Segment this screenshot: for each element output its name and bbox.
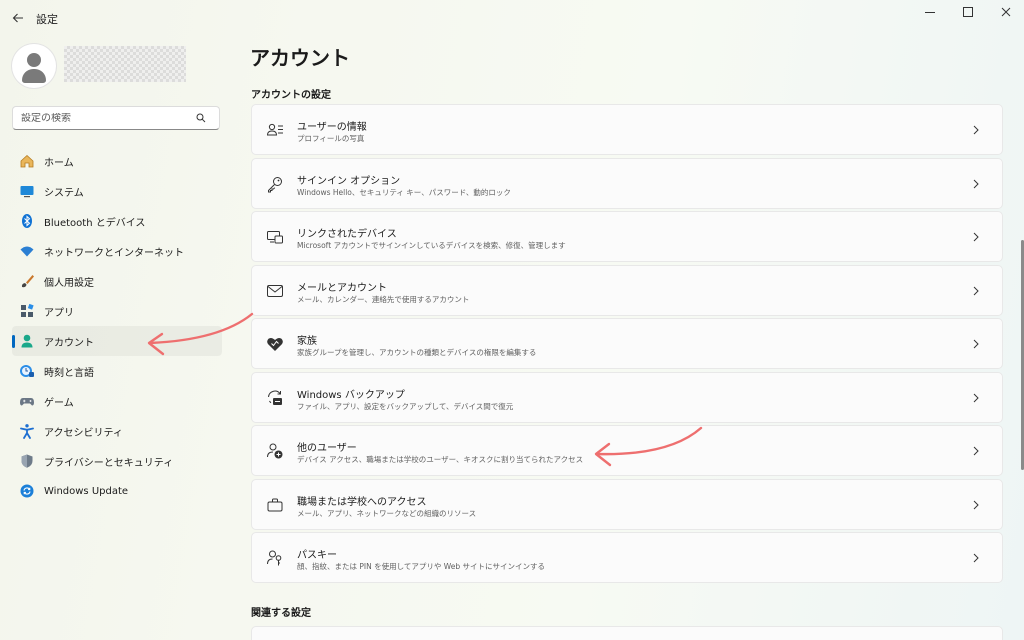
sidebar-item-windows-update[interactable]: Windows Update — [12, 476, 222, 506]
sidebar-item-time-language[interactable]: 時刻と言語 — [12, 356, 222, 386]
avatar — [12, 44, 56, 88]
search-icon[interactable] — [191, 113, 211, 123]
system-icon — [13, 183, 41, 199]
sidebar-nav: ホーム システム Bluetooth とデバイス ネットワークとインターネット … — [12, 146, 222, 506]
chevron-right-icon — [970, 337, 982, 351]
back-button[interactable] — [8, 8, 28, 28]
card-passkeys[interactable]: パスキー 顔、指紋、または PIN を使用してアプリや Web サイトにサインイ… — [251, 532, 1003, 583]
card-email-accounts[interactable]: メールとアカウント メール、カレンダー、連絡先で使用するアカウント — [251, 264, 1003, 316]
gamepad-icon — [13, 393, 41, 409]
key-icon — [265, 174, 285, 194]
section-title-related-settings: 関連する設定 — [251, 608, 311, 619]
minimize-button[interactable] — [912, 0, 948, 24]
sidebar-item-home[interactable]: ホーム — [12, 146, 222, 176]
close-icon — [1001, 7, 1011, 17]
sidebar-item-bluetooth[interactable]: Bluetooth とデバイス — [12, 206, 222, 236]
card-linked-devices[interactable]: リンクされたデバイス Microsoft アカウントでサインインしているデバイス… — [251, 211, 1003, 262]
search-box[interactable] — [12, 106, 220, 130]
card-windows-backup[interactable]: Windows バックアップ ファイル、アプリ、設定をバックアップして、デバイス… — [251, 371, 1003, 423]
chevron-right-icon — [970, 230, 982, 244]
sidebar-item-gaming[interactable]: ゲーム — [12, 386, 222, 416]
chevron-right-icon — [970, 123, 982, 137]
sidebar-item-privacy[interactable]: プライバシーとセキュリティ — [12, 446, 222, 476]
card-family[interactable]: 家族 家族グループを管理し、アカウントの種類とデバイスの権限を編集する — [251, 318, 1003, 369]
close-button[interactable] — [988, 0, 1024, 24]
chevron-right-icon — [970, 551, 982, 565]
sidebar-item-network[interactable]: ネットワークとインターネット — [12, 236, 222, 266]
briefcase-icon — [265, 495, 285, 515]
chevron-right-icon — [970, 498, 982, 512]
user-profile[interactable] — [12, 44, 202, 88]
search-input[interactable] — [13, 112, 191, 124]
wifi-icon — [13, 243, 41, 259]
card-your-info[interactable]: ユーザーの情報 プロフィールの写真 — [251, 104, 1003, 155]
backup-icon — [265, 388, 285, 408]
sidebar-item-apps[interactable]: アプリ — [12, 296, 222, 326]
sidebar-item-accounts[interactable]: アカウント — [12, 326, 222, 356]
window-title: 設定 — [36, 13, 58, 26]
sidebar-item-system[interactable]: システム — [12, 176, 222, 206]
section-title-account-settings: アカウントの設定 — [251, 90, 331, 101]
add-user-icon — [265, 441, 285, 461]
chevron-right-icon — [970, 391, 982, 405]
profile-name-redacted — [64, 46, 186, 82]
mail-icon — [265, 281, 285, 301]
chevron-right-icon — [970, 177, 982, 191]
family-heart-icon — [265, 334, 285, 354]
card-related-partial[interactable] — [251, 626, 1003, 640]
chevron-right-icon — [970, 284, 982, 298]
shield-icon — [13, 453, 41, 469]
user-info-icon — [265, 120, 285, 140]
window-controls — [910, 0, 1024, 24]
bluetooth-icon — [13, 213, 41, 229]
account-icon — [13, 333, 41, 349]
apps-icon — [13, 303, 41, 319]
brush-icon — [13, 273, 41, 289]
card-sign-in-options[interactable]: サインイン オプション Windows Hello、セキュリティ キー、パスワー… — [251, 157, 1003, 209]
time-language-icon — [13, 363, 41, 379]
sidebar-item-accessibility[interactable]: アクセシビリティ — [12, 416, 222, 446]
page-title: アカウント — [250, 46, 350, 70]
arrow-left-icon — [12, 13, 23, 23]
title-bar: 設定 — [0, 0, 1024, 36]
linked-devices-icon — [265, 227, 285, 247]
account-settings-list: ユーザーの情報 プロフィールの写真 サインイン オプション Windows He… — [251, 104, 1003, 586]
home-icon — [13, 153, 41, 169]
card-other-users[interactable]: 他のユーザー デバイス アクセス、職場または学校のユーザー、キオスクに割り当てら… — [251, 425, 1003, 476]
update-icon — [13, 483, 41, 499]
sidebar-item-personalization[interactable]: 個人用設定 — [12, 266, 222, 296]
card-access-work-school[interactable]: 職場または学校へのアクセス メール、アプリ、ネットワークなどの組織のリソース — [251, 478, 1003, 530]
passkey-icon — [265, 548, 285, 568]
maximize-button[interactable] — [950, 0, 986, 24]
accessibility-icon — [13, 423, 41, 439]
chevron-right-icon — [970, 444, 982, 458]
